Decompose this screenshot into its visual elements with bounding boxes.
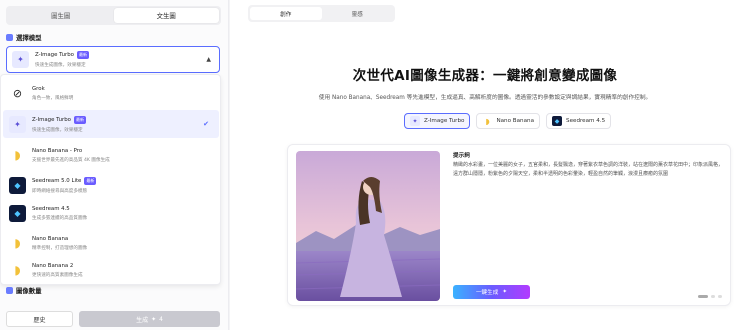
chevron-down-icon: ▲ bbox=[206, 56, 211, 63]
history-button[interactable]: 歷史 bbox=[6, 311, 73, 327]
example-card: 提示詞 精緻的水彩畫，一位美麗的女子，五官柔和，長髮飄逸，穿著紫衣草色調的洋裝，… bbox=[287, 144, 731, 306]
sparkle-icon: ✦ bbox=[502, 289, 508, 295]
new-badge: 最新 bbox=[76, 51, 89, 59]
carousel-pager bbox=[698, 295, 722, 298]
page-title: 次世代AI圖像生成器：一鍵將創意變成圖像 bbox=[352, 68, 618, 84]
banana-icon: ◗ bbox=[485, 116, 490, 126]
model-option-name: Z-Image Turbo bbox=[32, 116, 71, 123]
model-option-desc: 更快速的高質素圖像生成 bbox=[32, 272, 83, 278]
chip-label: Nano Banana bbox=[496, 118, 535, 124]
model-option-grok[interactable]: ⊘ Grok 角色一致，風格鮮明 bbox=[3, 79, 219, 107]
one-click-generate-button[interactable]: 一鍵生成 ✦ bbox=[453, 285, 530, 299]
credit-cost: 4 bbox=[159, 315, 163, 323]
main-panel: 創作 靈感 次世代AI圖像生成器：一鍵將創意變成圖像 使用 Nano Banan… bbox=[230, 0, 740, 330]
model-option-desc: 角色一致，風格鮮明 bbox=[32, 95, 74, 101]
z-image-icon: ✦ bbox=[12, 51, 29, 68]
pager-dot[interactable] bbox=[698, 295, 708, 298]
new-badge: 最新 bbox=[73, 115, 86, 124]
example-image[interactable] bbox=[296, 151, 440, 301]
count-section-label: 圖像數量 bbox=[16, 287, 42, 295]
model-option-desc: 支援世界最先進的高品質 4K 圖像生成 bbox=[32, 157, 110, 163]
model-option-z-image-turbo[interactable]: ✦ Z-Image Turbo 最新快速生成圖像，效果穩定 ✔ bbox=[3, 110, 219, 138]
model-option-nano-banana-2[interactable]: ◗ Nano Banana 2 更快速的高質素圖像生成 bbox=[3, 256, 219, 284]
tab-create[interactable]: 創作 bbox=[250, 7, 322, 20]
model-section-title: 選擇模型 bbox=[6, 33, 42, 42]
pager-dot[interactable] bbox=[711, 295, 715, 298]
tab-image-to-image[interactable]: 圖生圖 bbox=[8, 8, 114, 23]
selected-model-desc: 快速生成圖像，效果穩定 bbox=[35, 63, 86, 68]
grok-icon: ⊘ bbox=[12, 86, 23, 100]
model-option-nano-banana[interactable]: ◗ Nano Banana 精準控制，打造理想的圖像 bbox=[3, 229, 219, 257]
model-option-desc: 精準控制，打造理想的圖像 bbox=[32, 245, 88, 251]
model-option-seedream-4-5[interactable]: ◆ Seedream 4.5 生成多張連續的高品質圖像 bbox=[3, 199, 219, 227]
model-option-desc: 生成多張連續的高品質圖像 bbox=[32, 215, 88, 221]
prompt-text: 精緻的水彩畫，一位美麗的女子，五官柔和，長髮飄逸，穿著紫衣草色調的洋裝，站在遼闊… bbox=[453, 162, 724, 177]
banana-icon: ◗ bbox=[14, 263, 21, 277]
check-icon: ✔ bbox=[203, 120, 209, 128]
model-option-name: Seedream 5.0 Lite bbox=[32, 177, 82, 184]
selected-model-name: Z-Image Turbo bbox=[35, 52, 74, 58]
model-option-name: Nano Banana bbox=[32, 235, 69, 242]
seedream-icon: ◆ bbox=[9, 204, 26, 222]
model-select[interactable]: ✦ Z-Image Turbo 最新 快速生成圖像，效果穩定 ▲ bbox=[6, 46, 220, 73]
model-section-label: 選擇模型 bbox=[16, 34, 42, 42]
model-option-seedream-5-lite[interactable]: ◆ Seedream 5.0 Lite 最新即時網絡搜尋與高度多模態 bbox=[3, 171, 219, 199]
generate-button[interactable]: 生成 ✦ 4 bbox=[79, 311, 220, 327]
tab-inspiration[interactable]: 靈感 bbox=[322, 7, 394, 20]
model-option-desc: 快速生成圖像，效果穩定 bbox=[32, 127, 83, 133]
image-count-icon bbox=[6, 287, 13, 294]
count-section-title: 圖像數量 bbox=[6, 286, 42, 295]
model-chips: ✦ Z-Image Turbo ◗ Nano Banana ◆ Seedream… bbox=[404, 113, 612, 129]
model-option-name: Grok bbox=[32, 85, 45, 92]
banana-icon: ◗ bbox=[14, 148, 21, 162]
model-option-desc: 即時網絡搜尋與高度多模態 bbox=[32, 188, 88, 194]
page-subtitle: 使用 Nano Banana、Seedream 等先進模型，生成逼真、高解析度的… bbox=[318, 95, 652, 101]
one-click-generate-label: 一鍵生成 bbox=[475, 290, 499, 296]
view-tabs: 創作 靈感 bbox=[248, 5, 395, 22]
model-option-nano-banana-pro[interactable]: ◗ Nano Banana - Pro 支援世界最先進的高品質 4K 圖像生成 bbox=[3, 141, 219, 169]
chip-nano-banana[interactable]: ◗ Nano Banana bbox=[476, 113, 541, 129]
seedream-icon: ◆ bbox=[9, 176, 26, 194]
z-image-icon: ✦ bbox=[9, 115, 26, 133]
model-option-name: Seedream 4.5 bbox=[32, 205, 70, 212]
tab-text-to-image[interactable]: 文生圖 bbox=[113, 8, 219, 23]
model-option-name: Nano Banana - Pro bbox=[32, 147, 83, 154]
mode-tabs: 圖生圖 文生圖 bbox=[6, 6, 221, 25]
chip-seedream-4-5[interactable]: ◆ Seedream 4.5 bbox=[546, 113, 612, 129]
settings-panel: 圖生圖 文生圖 選擇模型 ✦ Z-Image Turbo 最新 快速生成圖像，效果… bbox=[0, 0, 229, 330]
z-image-icon: ✦ bbox=[410, 116, 420, 126]
pager-dot[interactable] bbox=[718, 295, 722, 298]
sparkle-icon: ✦ bbox=[151, 315, 157, 323]
prompt-label: 提示詞 bbox=[453, 153, 470, 159]
banana-icon: ◗ bbox=[14, 236, 21, 250]
new-badge: 最新 bbox=[84, 176, 97, 185]
model-icon bbox=[6, 34, 13, 41]
model-option-name: Nano Banana 2 bbox=[32, 262, 74, 269]
chip-z-image-turbo[interactable]: ✦ Z-Image Turbo bbox=[404, 113, 471, 129]
chip-label: Seedream 4.5 bbox=[566, 118, 606, 124]
model-dropdown: ⊘ Grok 角色一致，風格鮮明 ✦ Z-Image Turbo 最新 快速生成圖像，… bbox=[0, 74, 221, 285]
generate-label: 生成 bbox=[136, 316, 149, 324]
chip-label: Z-Image Turbo bbox=[424, 118, 465, 124]
seedream-icon: ◆ bbox=[552, 116, 563, 126]
